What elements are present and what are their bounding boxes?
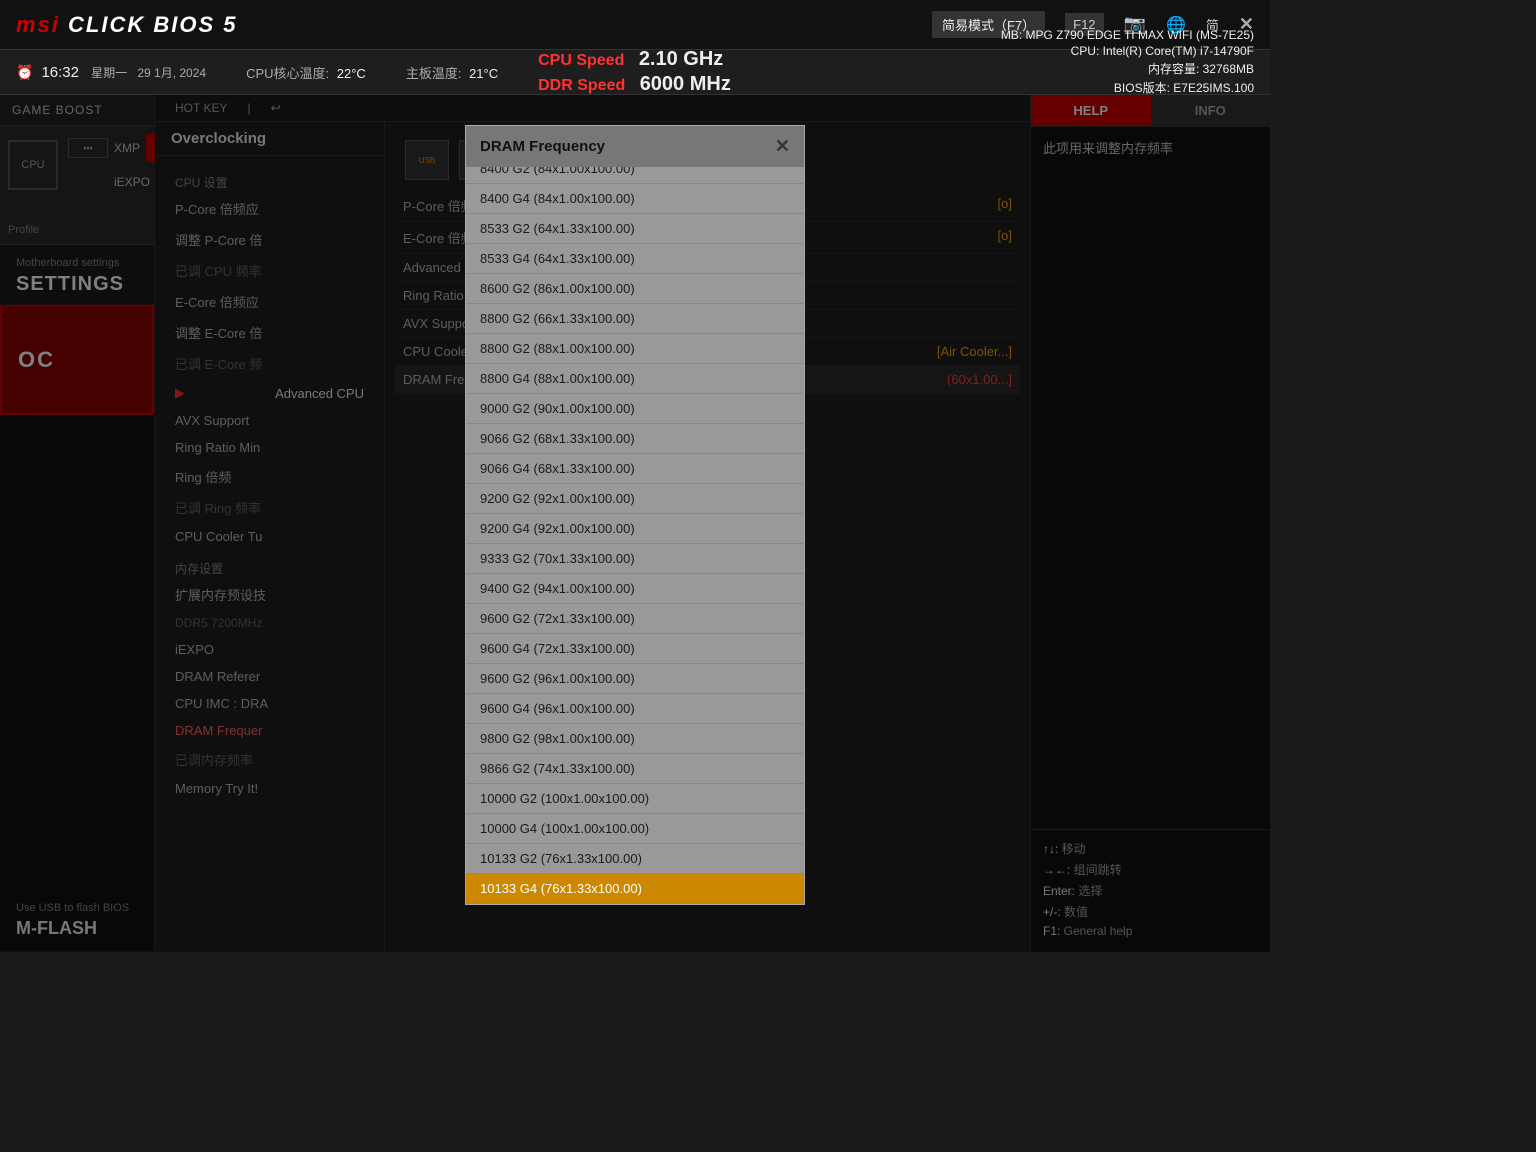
logo: msi CLICK BIOS 5 [16,12,238,38]
time-display: 16:32 星期一 29 1月, 2024 [41,64,206,81]
modal-list-item[interactable]: 9000 G2 (90x1.00x100.00) [466,394,804,424]
modal-list-item[interactable]: 9600 G2 (72x1.33x100.00) [466,604,804,634]
modal-header: DRAM Frequency ✕ [466,126,804,167]
dram-frequency-modal: DRAM Frequency ✕ 8000 G4 (80x1.00x100.00… [465,125,805,905]
modal-close-button[interactable]: ✕ [775,136,790,157]
modal-list-item[interactable]: 8533 G4 (64x1.33x100.00) [466,244,804,274]
logo-msi: msi [16,12,60,37]
modal-list-item[interactable]: 10133 G4 (76x1.33x100.00) [466,874,804,904]
modal-list-item[interactable]: 8400 G4 (84x1.00x100.00) [466,184,804,214]
modal-list-item[interactable]: 9600 G2 (96x1.00x100.00) [466,664,804,694]
modal-list-item[interactable]: 9200 G2 (92x1.00x100.00) [466,484,804,514]
modal-list-item[interactable]: 9600 G4 (96x1.00x100.00) [466,694,804,724]
modal-list-item[interactable]: 9600 G4 (72x1.33x100.00) [466,634,804,664]
modal-list-item[interactable]: 8800 G2 (88x1.00x100.00) [466,334,804,364]
info-bar: ⏰ 16:32 星期一 29 1月, 2024 CPU核心温度: 22°C 主板… [0,50,1270,95]
modal-list-item[interactable]: 9200 G4 (92x1.00x100.00) [466,514,804,544]
modal-list-item[interactable]: 8800 G2 (66x1.33x100.00) [466,304,804,334]
modal-list: 8000 G4 (80x1.00x100.00)8200 G2 (82x1.00… [466,167,804,904]
modal-list-item[interactable]: 8533 G2 (64x1.33x100.00) [466,214,804,244]
modal-title: DRAM Frequency [480,138,605,155]
modal-list-item[interactable]: 8400 G2 (84x1.00x100.00) [466,167,804,184]
ddr-speed-display: DDR Speed 6000 MHz [538,73,731,96]
modal-list-item[interactable]: 8800 G4 (88x1.00x100.00) [466,364,804,394]
modal-list-item[interactable]: 9866 G2 (74x1.33x100.00) [466,754,804,784]
cpu-temp-display: CPU核心温度: 22°C [246,63,366,82]
modal-list-item[interactable]: 8600 G2 (86x1.00x100.00) [466,274,804,304]
modal-list-item[interactable]: 10000 G2 (100x1.00x100.00) [466,784,804,814]
cpu-speed-display: CPU Speed 2.10 GHz [538,48,731,71]
modal-overlay: DRAM Frequency ✕ 8000 G4 (80x1.00x100.00… [0,95,1270,952]
modal-list-item[interactable]: 9800 G2 (98x1.00x100.00) [466,724,804,754]
modal-list-item[interactable]: 9066 G2 (68x1.33x100.00) [466,424,804,454]
modal-list-item[interactable]: 10000 G4 (100x1.00x100.00) [466,814,804,844]
modal-list-item[interactable]: 9400 G2 (94x1.00x100.00) [466,574,804,604]
mb-temp-display: 主板温度: 21°C [406,63,498,82]
clock-section: ⏰ 16:32 星期一 29 1月, 2024 [16,64,206,81]
modal-list-item[interactable]: 10133 G2 (76x1.33x100.00) [466,844,804,874]
modal-list-item[interactable]: 9066 G4 (68x1.33x100.00) [466,454,804,484]
modal-list-item[interactable]: 9333 G2 (70x1.33x100.00) [466,544,804,574]
